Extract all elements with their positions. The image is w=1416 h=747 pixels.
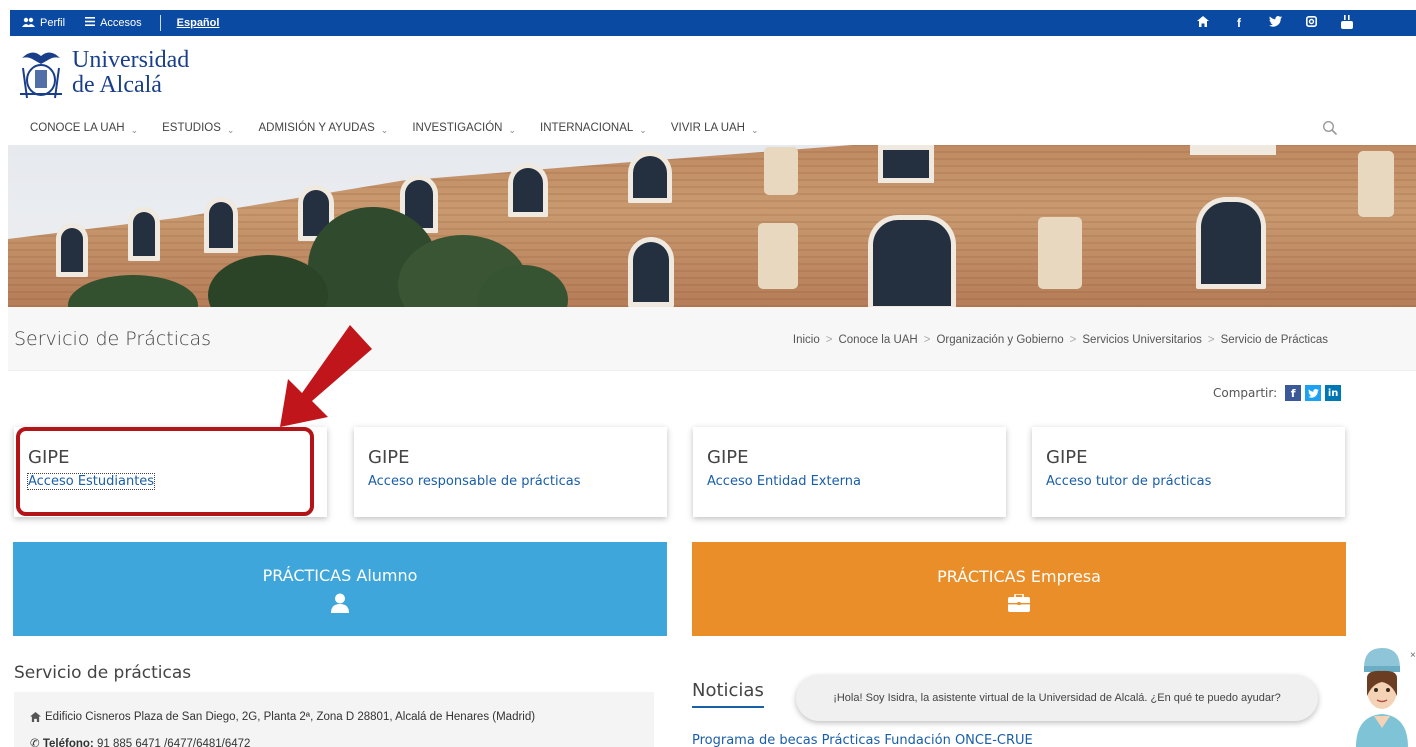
instagram-icon[interactable] xyxy=(1304,16,1318,30)
twitter-icon[interactable] xyxy=(1268,16,1282,30)
practicas-empresa-label: PRÁCTICAS Empresa xyxy=(937,566,1101,586)
card-title: GIPE xyxy=(707,447,749,468)
briefcase-icon xyxy=(1008,593,1030,612)
practicas-empresa-button[interactable]: PRÁCTICAS Empresa xyxy=(692,542,1346,636)
chatbot-message: ¡Hola! Soy Isidra, la asistente virtual … xyxy=(833,692,1281,704)
share-bar: Compartir: f in xyxy=(1213,385,1342,401)
menu-icon xyxy=(85,17,96,29)
nav-item-internacional[interactable]: INTERNACIONAL ⌄ xyxy=(540,122,647,135)
acceso-tutor-link[interactable]: Acceso tutor de prácticas xyxy=(1046,474,1331,489)
logo-line1: Universidad xyxy=(72,47,190,73)
practicas-alumno-label: PRÁCTICAS Alumno xyxy=(262,565,418,585)
university-logo[interactable]: Universidad de Alcalá xyxy=(18,48,189,100)
acceso-responsable-link[interactable]: Acceso responsable de prácticas xyxy=(368,474,653,489)
social-links: f xyxy=(1196,10,1354,36)
home-icon[interactable] xyxy=(1196,16,1210,30)
address-text: Edificio Cisneros Plaza de San Diego, 2G… xyxy=(45,711,536,723)
chevron-down-icon: ⌄ xyxy=(508,124,516,135)
breadcrumb-conoce[interactable]: Conoce la UAH xyxy=(838,334,917,346)
chevron-down-icon: ⌄ xyxy=(380,124,389,135)
crest-icon xyxy=(20,52,62,99)
search-icon[interactable] xyxy=(1322,120,1338,136)
nav-item-admision[interactable]: ADMISIÓN Y AYUDAS ⌄ xyxy=(258,122,389,135)
home-icon xyxy=(30,712,41,722)
logo-line2: de Alcalá xyxy=(72,72,162,98)
youtube-icon[interactable] xyxy=(1340,14,1354,32)
breadcrumb-current: Servicio de Prácticas xyxy=(1220,334,1328,346)
virtual-assistant-avatar[interactable] xyxy=(1354,648,1410,747)
language-link[interactable]: Español xyxy=(177,17,220,29)
news-item-link[interactable]: Programa de becas Prácticas Fundación ON… xyxy=(692,733,1033,747)
card-title: GIPE xyxy=(1046,447,1088,468)
twitter-share-icon[interactable] xyxy=(1305,385,1322,401)
chevron-down-icon: ⌄ xyxy=(750,124,759,135)
breadcrumb-organizacion[interactable]: Organización y Gobierno xyxy=(936,334,1063,346)
card-acceso-responsable[interactable]: GIPE Acceso responsable de prácticas xyxy=(354,427,667,517)
page-title: Servicio de Prácticas xyxy=(14,328,212,350)
hero-image xyxy=(8,145,1416,307)
nav-item-estudios[interactable]: ESTUDIOS ⌄ xyxy=(162,122,235,135)
noticias-underline xyxy=(692,706,764,708)
perfil-link[interactable]: Perfil xyxy=(22,17,65,30)
card-acceso-entidad[interactable]: GIPE Acceso Entidad Externa xyxy=(693,427,1006,517)
divider xyxy=(159,15,161,31)
linkedin-share-icon[interactable]: in xyxy=(1325,385,1342,401)
accesos-menu[interactable]: Accesos xyxy=(85,17,142,29)
phone-icon: ✆ xyxy=(30,738,40,747)
top-bar: Perfil Accesos Español f xyxy=(10,10,1416,36)
noticias-heading: Noticias xyxy=(692,680,764,701)
card-acceso-tutor[interactable]: GIPE Acceso tutor de prácticas xyxy=(1032,427,1345,517)
practicas-alumno-button[interactable]: PRÁCTICAS Alumno xyxy=(13,542,667,636)
acceso-entidad-link[interactable]: Acceso Entidad Externa xyxy=(707,474,992,489)
users-icon xyxy=(22,17,35,30)
share-label: Compartir: xyxy=(1213,386,1278,400)
servicio-heading: Servicio de prácticas xyxy=(14,663,192,683)
address-line: Edificio Cisneros Plaza de San Diego, 2G… xyxy=(30,711,535,723)
chevron-down-icon: ⌄ xyxy=(130,124,139,135)
close-icon[interactable]: × xyxy=(1410,650,1416,661)
user-icon xyxy=(331,593,349,613)
breadcrumb: Inicio > Conoce la UAH > Organización y Go… xyxy=(792,334,1328,346)
page: Perfil Accesos Español f Universidad de … xyxy=(0,0,1416,747)
facebook-icon[interactable]: f xyxy=(1232,16,1246,30)
card-title: GIPE xyxy=(368,447,410,468)
breadcrumb-servicios[interactable]: Servicios Universitarios xyxy=(1082,334,1202,346)
highlight-box xyxy=(16,427,314,516)
nav-item-investigacion[interactable]: INVESTIGACIÓN ⌄ xyxy=(412,122,516,135)
phone-value: 91 885 6471 /6477/6481/6472 xyxy=(96,738,251,747)
phone-label: Teléfono: xyxy=(42,738,94,747)
chevron-down-icon: ⌄ xyxy=(226,124,235,135)
nav-item-vivir[interactable]: VIVIR LA UAH ⌄ xyxy=(671,122,759,135)
phone-line: ✆ Teléfono: 91 885 6471 /6477/6481/6472 xyxy=(30,736,250,747)
main-nav: CONOCE LA UAH ⌄ ESTUDIOS ⌄ ADMISIÓN Y AYUD… xyxy=(30,122,783,135)
nav-item-conoce[interactable]: CONOCE LA UAH ⌄ xyxy=(30,122,139,135)
red-arrow-annotation xyxy=(280,325,372,427)
chevron-down-icon: ⌄ xyxy=(639,124,647,135)
facebook-share-icon[interactable]: f xyxy=(1285,385,1302,401)
breadcrumb-inicio[interactable]: Inicio xyxy=(793,334,820,346)
chatbot-bubble[interactable]: ¡Hola! Soy Isidra, la asistente virtual … xyxy=(796,675,1318,721)
